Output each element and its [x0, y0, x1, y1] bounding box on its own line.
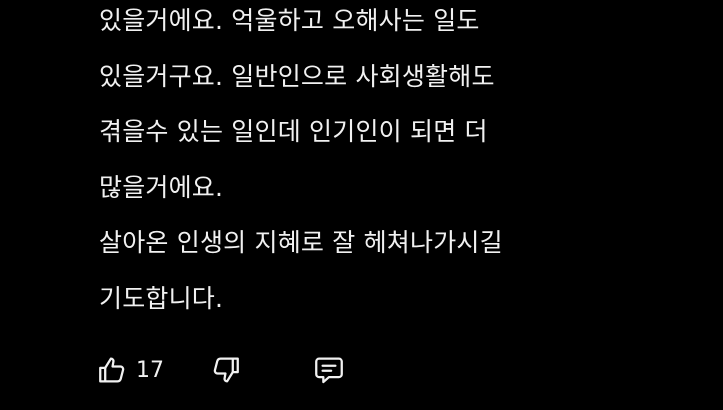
comment-line: 있을거에요. 억울하고 오해사는 일도 — [99, 6, 480, 35]
comment-line: 살아온 인생의 지혜로 잘 헤쳐나가시길 — [99, 228, 503, 258]
thumbs-down-icon — [208, 353, 242, 387]
comment-icon — [312, 353, 346, 387]
comment-body: 있을거에요. 억울하고 오해사는 일도 있을거구요. 일반인으로 사회생활해도 … — [99, 8, 699, 342]
like-count: 17 — [136, 357, 164, 383]
dislike-button[interactable] — [208, 352, 242, 388]
reply-button[interactable] — [312, 352, 346, 388]
comment-actions: 17 — [96, 352, 396, 388]
like-button[interactable]: 17 — [96, 352, 164, 388]
comment-line: 겪을수 있는 일인데 인기인이 되면 더 — [99, 117, 488, 147]
comment-line: 많을거에요. — [99, 172, 224, 202]
comment-line: 있을거구요. 일반인으로 사회생활해도 — [99, 61, 495, 91]
comment-line: 기도합니다. — [99, 283, 224, 313]
thumbs-up-icon — [96, 353, 130, 387]
